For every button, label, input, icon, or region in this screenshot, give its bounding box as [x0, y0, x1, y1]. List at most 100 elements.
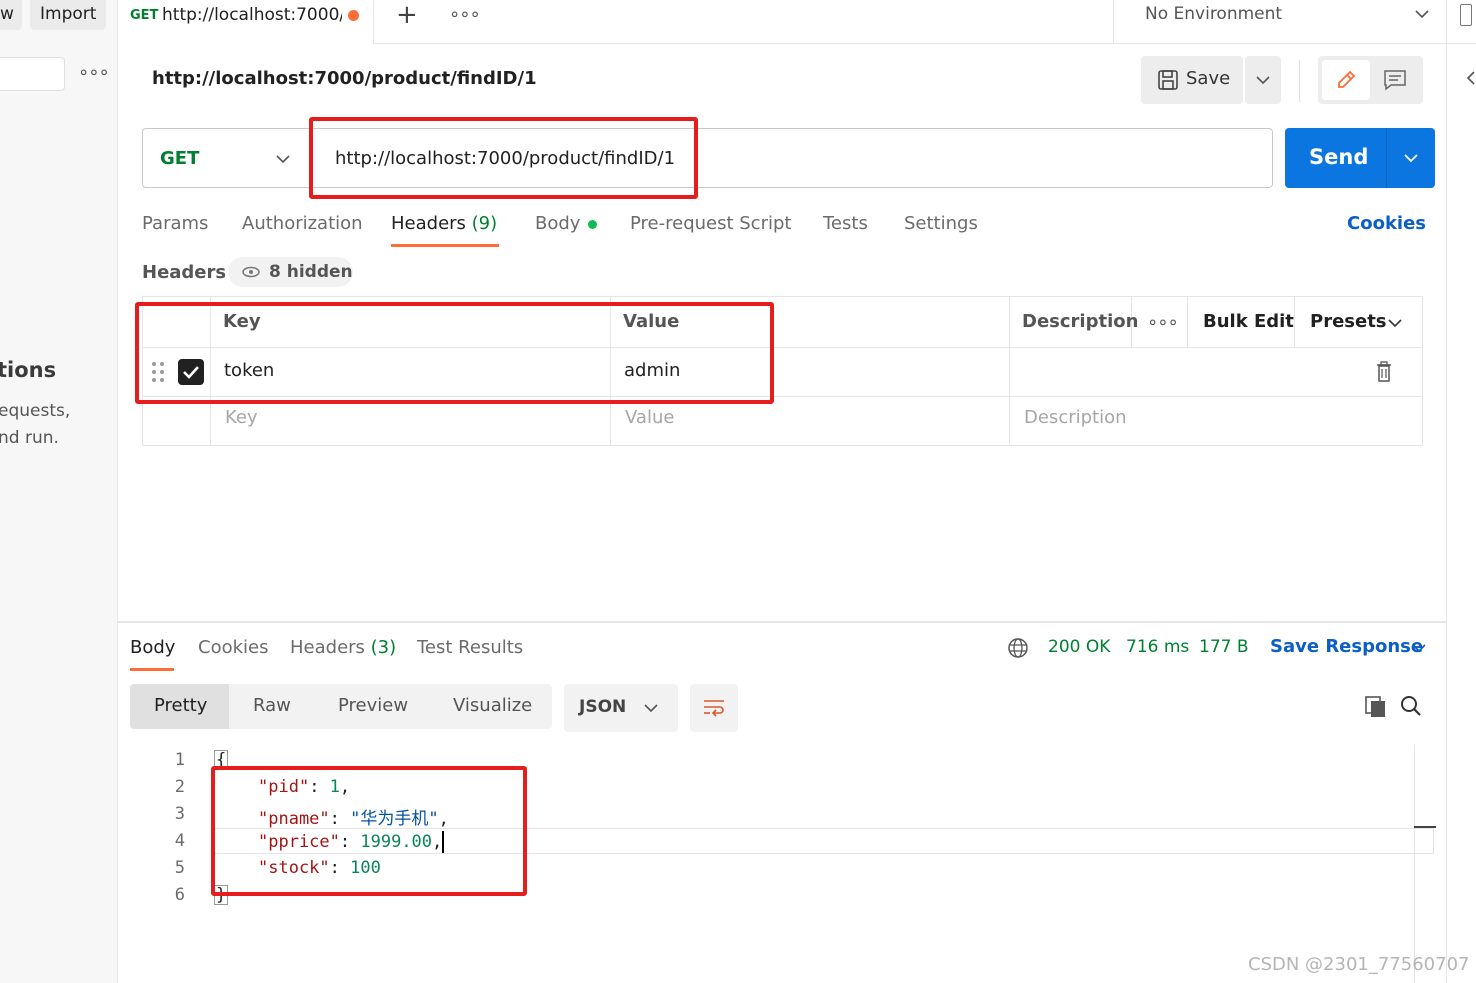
save-button-label: Save — [1186, 68, 1231, 89]
send-button[interactable]: Send — [1285, 128, 1435, 188]
bulk-edit-button[interactable]: Bulk Edit — [1203, 311, 1294, 332]
trash-icon[interactable] — [1375, 361, 1393, 383]
chevron-down-icon — [1415, 10, 1429, 19]
presets-button[interactable]: Presets — [1310, 311, 1387, 332]
status-code[interactable]: 200 OK — [1048, 637, 1110, 657]
view-mode-group: Pretty Raw Preview Visualize — [130, 684, 552, 729]
new-button-label: w — [0, 4, 14, 24]
view-raw[interactable]: Raw — [253, 695, 291, 716]
request-breadcrumb: http://localhost:7000/product/findID/1 — [152, 68, 537, 89]
view-preview[interactable]: Preview — [338, 695, 408, 716]
new-tab-plus-icon[interactable]: + — [396, 0, 418, 30]
unsaved-dot-icon — [348, 10, 359, 21]
save-dropdown-button[interactable] — [1245, 56, 1281, 104]
save-button[interactable]: Save — [1141, 56, 1243, 104]
tab-pre-request-script[interactable]: Pre-request Script — [630, 213, 791, 234]
copy-icon[interactable] — [1364, 695, 1388, 719]
sidebar-heading: tions — [0, 358, 57, 382]
new-key-input[interactable]: Key — [225, 407, 258, 428]
send-button-label: Send — [1309, 145, 1369, 169]
tab-params[interactable]: Params — [142, 213, 208, 234]
sidebar-text-line1: equests, — [0, 401, 71, 421]
row-enabled-checkbox[interactable] — [178, 359, 204, 385]
chevron-down-icon — [1256, 76, 1270, 85]
globe-icon[interactable] — [1007, 637, 1029, 659]
tab-title: http://localhost:7000/p — [162, 5, 342, 25]
hidden-headers-label: 8 hidden — [269, 262, 353, 282]
url-value: http://localhost:7000/product/findID/1 — [335, 148, 676, 169]
save-response-button[interactable]: Save Response — [1270, 636, 1423, 657]
editor-scroll-marker — [1414, 826, 1436, 828]
json-line-pname[interactable]: "pname": "华为手机", — [258, 804, 449, 829]
method-select[interactable]: GET — [142, 128, 310, 188]
view-pretty[interactable]: Pretty — [130, 684, 229, 729]
view-toggle-group — [1318, 56, 1423, 104]
line-number: 5 — [174, 858, 185, 878]
response-tab-body[interactable]: Body — [130, 637, 175, 658]
send-dropdown-chevron-icon[interactable] — [1403, 152, 1419, 164]
wrap-lines-button[interactable] — [690, 684, 738, 732]
column-key-header: Key — [223, 311, 261, 332]
drag-handle-icon[interactable] — [151, 360, 165, 384]
tabs-more-icon[interactable]: ∘∘∘ — [449, 4, 481, 25]
chevron-down-icon[interactable] — [1411, 642, 1427, 654]
new-description-input[interactable]: Description — [1024, 407, 1127, 428]
import-button[interactable]: Import — [30, 0, 106, 30]
editor-scrollbar-track[interactable] — [1414, 745, 1415, 983]
tab-request[interactable]: GET http://localhost:7000/p — [118, 0, 374, 44]
response-tab-test-results[interactable]: Test Results — [417, 637, 523, 658]
text-cursor — [442, 831, 445, 853]
json-line-stock[interactable]: "stock": 100 — [258, 858, 381, 878]
search-icon[interactable] — [1399, 694, 1423, 718]
table-row: token admin — [143, 348, 1422, 396]
response-time[interactable]: 716 ms — [1126, 637, 1189, 657]
new-button[interactable]: w — [0, 0, 22, 30]
sidebar-more-icon[interactable]: ∘∘∘ — [78, 62, 110, 83]
json-line-pid[interactable]: "pid": 1, — [258, 777, 350, 797]
new-value-input[interactable]: Value — [625, 407, 674, 428]
column-value-header: Value — [623, 311, 680, 332]
tab-authorization[interactable]: Authorization — [242, 213, 363, 234]
sidebar: w Import ∘∘∘ tions equests, nd run. — [0, 0, 118, 983]
json-close-brace: } — [214, 885, 229, 905]
line-number: 1 — [174, 750, 185, 770]
chevron-down-icon — [1388, 319, 1402, 328]
format-select[interactable]: JSON — [564, 684, 678, 732]
hidden-headers-toggle[interactable]: 8 hidden — [228, 257, 353, 287]
right-border — [1446, 44, 1447, 983]
header-value-cell[interactable]: admin — [624, 360, 680, 381]
tab-settings[interactable]: Settings — [904, 213, 978, 234]
sidebar-search-input[interactable] — [0, 57, 65, 91]
tab-headers[interactable]: Headers (9) — [391, 213, 497, 234]
eye-icon — [242, 266, 260, 278]
body-indicator-dot-icon — [588, 219, 598, 229]
checkmark-icon — [183, 366, 199, 379]
response-size[interactable]: 177 B — [1199, 637, 1249, 657]
table-more-icon[interactable]: ∘∘∘ — [1147, 312, 1179, 333]
edit-mode-button[interactable] — [1322, 60, 1370, 100]
pencil-icon — [1338, 70, 1356, 88]
tab-tests[interactable]: Tests — [823, 213, 868, 234]
environment-selector[interactable]: No Environment — [1113, 0, 1447, 44]
method-value: GET — [160, 148, 200, 169]
json-line-pprice[interactable]: "pprice": 1999.00, — [258, 831, 445, 853]
tab-body[interactable]: Body — [535, 213, 598, 234]
header-key-cell[interactable]: token — [224, 360, 274, 381]
comment-icon[interactable] — [1383, 69, 1407, 91]
divider — [1299, 60, 1300, 102]
json-open-brace: { — [214, 750, 229, 770]
chevron-left-icon[interactable] — [1466, 70, 1476, 86]
wrap-lines-icon — [704, 700, 724, 717]
cookies-link[interactable]: Cookies — [1347, 213, 1426, 234]
sidebar-toggle-icon[interactable] — [1460, 4, 1472, 26]
line-number: 4 — [174, 831, 185, 851]
pane-divider[interactable] — [118, 621, 1447, 623]
headers-title: Headers — [142, 262, 227, 283]
response-tab-cookies[interactable]: Cookies — [198, 637, 268, 658]
view-visualize[interactable]: Visualize — [453, 695, 532, 716]
url-input[interactable]: http://localhost:7000/product/findID/1 — [310, 128, 1273, 188]
response-tab-headers[interactable]: Headers (3) — [290, 637, 396, 658]
line-number: 2 — [174, 777, 185, 797]
save-icon — [1158, 70, 1178, 90]
chevron-down-icon — [644, 704, 658, 713]
